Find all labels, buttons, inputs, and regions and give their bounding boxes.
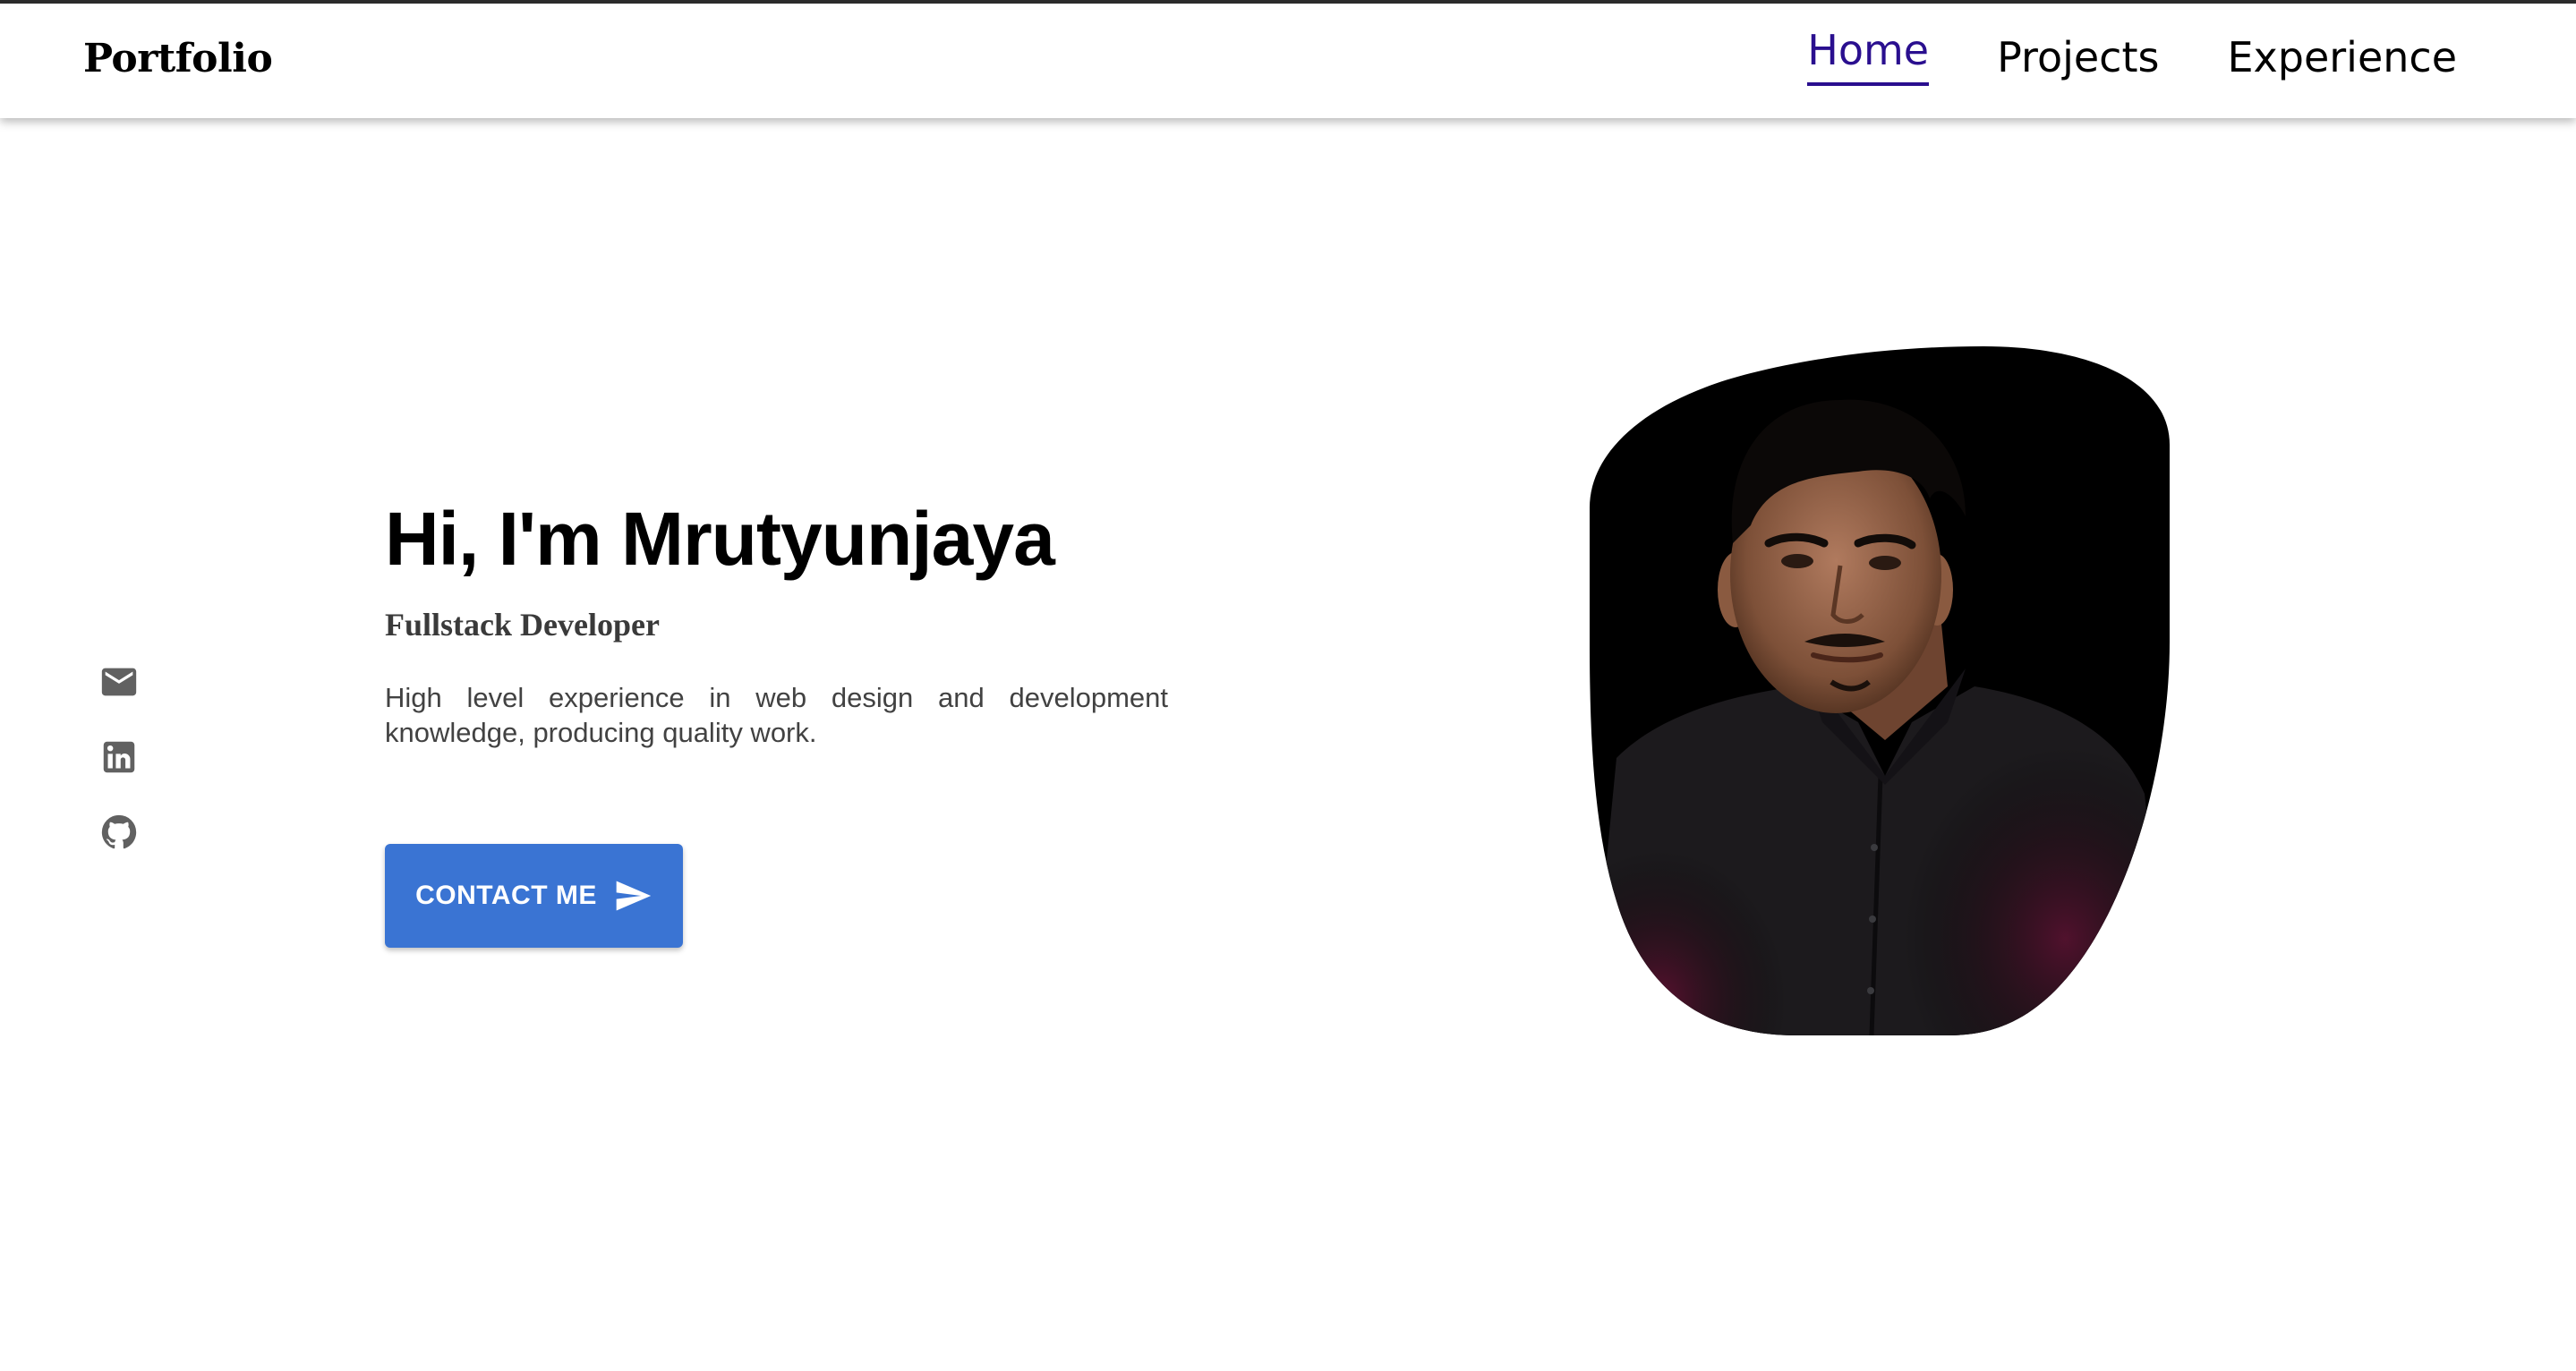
contact-me-label: CONTACT ME [415, 881, 597, 910]
nav-home[interactable]: Home [1807, 23, 1930, 86]
profile-photo [1590, 346, 2170, 1035]
top-navbar: Portfolio Home Projects Experience [0, 4, 2576, 118]
hero-section: Hi, I'm Mrutyunjaya Fullstack Developer … [385, 494, 1168, 750]
nav-projects[interactable]: Projects [1997, 30, 2159, 89]
hero-description: High level experience in web design and … [385, 682, 1168, 748]
contact-me-button[interactable]: CONTACT ME [385, 844, 683, 948]
nav-experience[interactable]: Experience [2227, 30, 2457, 89]
linkedin-icon[interactable] [98, 737, 140, 778]
social-links [98, 661, 140, 853]
hero-subtitle: Fullstack Developer [385, 607, 660, 643]
browser-viewport: Portfolio Home Projects Experience Hi, I… [0, 0, 2576, 1371]
hero-title: Hi, I'm Mrutyunjaya [385, 497, 1055, 581]
send-icon [616, 881, 652, 911]
github-icon[interactable] [98, 812, 140, 853]
brand-logo[interactable]: Portfolio [83, 36, 273, 81]
nav-links: Home Projects Experience [1807, 26, 2457, 89]
email-icon[interactable] [98, 661, 140, 703]
